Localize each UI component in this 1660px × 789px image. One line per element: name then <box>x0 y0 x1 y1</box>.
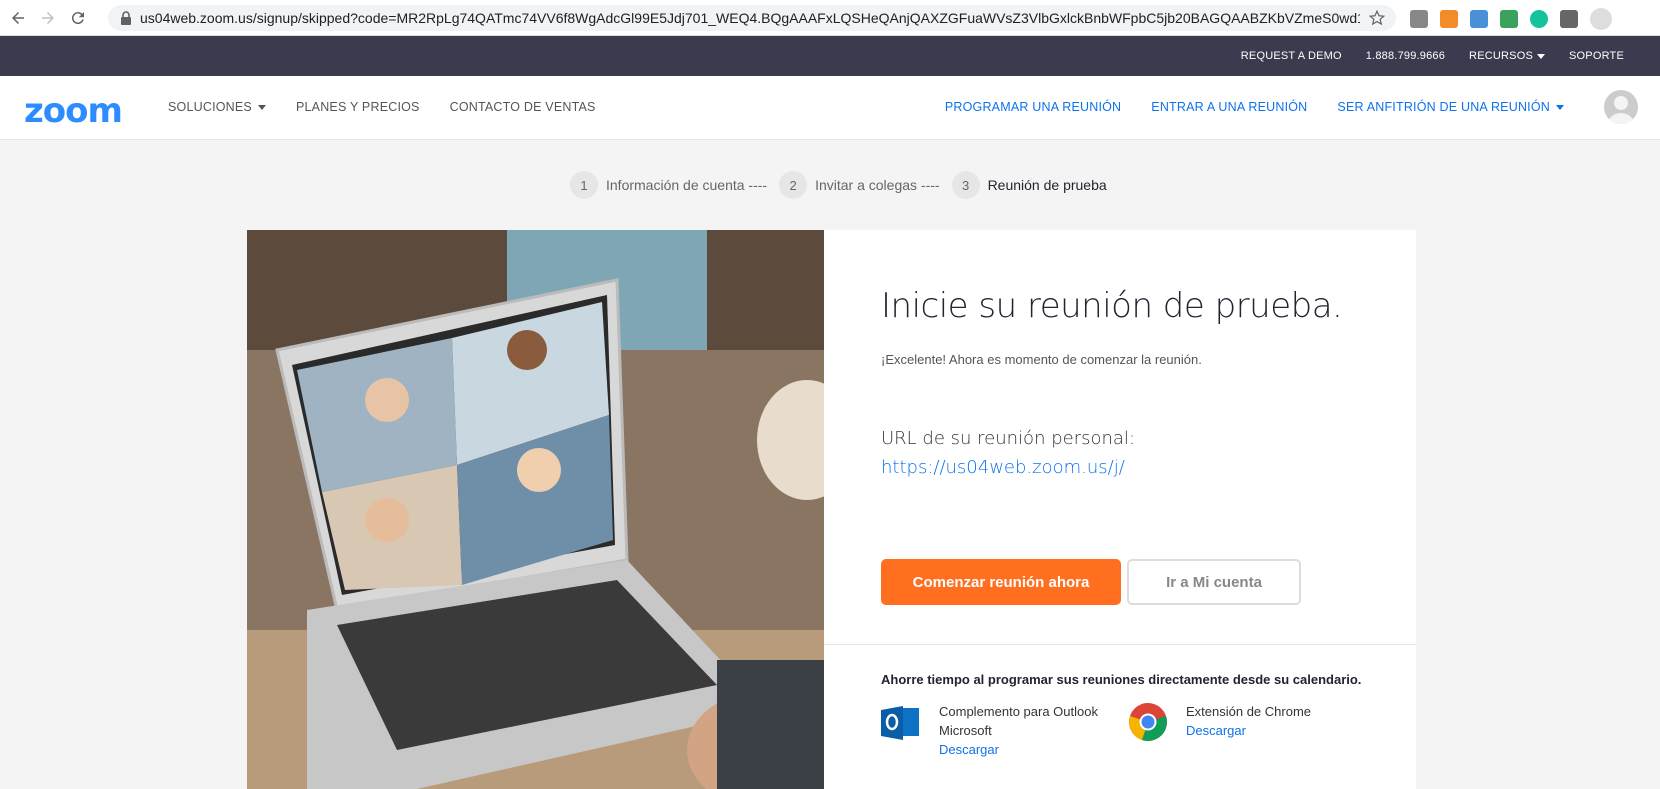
schedule-meeting-link[interactable]: PROGRAMAR UNA REUNIÓN <box>945 100 1121 114</box>
calendar-section-title: Ahorre tiempo al programar sus reuniones… <box>881 672 1362 687</box>
forward-icon[interactable] <box>36 6 60 30</box>
extension-icon[interactable] <box>1500 10 1518 28</box>
contact-sales-link[interactable]: CONTACTO DE VENTAS <box>450 100 596 114</box>
host-meeting-label: SER ANFITRIÓN DE UNA REUNIÓN <box>1337 100 1550 114</box>
solutions-label: SOLUCIONES <box>168 100 252 114</box>
lock-icon <box>121 11 131 25</box>
step-number: 3 <box>951 171 980 199</box>
step-account-info: 1 Información de cuenta ---- <box>570 171 767 199</box>
card-content: Inicie su reunión de prueba. ¡Excelente!… <box>824 230 1416 789</box>
chevron-down-icon <box>257 105 266 111</box>
chrome-extension: Extensión de Chrome Descargar <box>1128 702 1311 742</box>
host-meeting-menu[interactable]: SER ANFITRIÓN DE UNA REUNIÓN <box>1337 100 1564 114</box>
avatar[interactable] <box>1604 90 1638 124</box>
chrome-icon <box>1129 703 1167 741</box>
step-test-meeting: 3 Reunión de prueba <box>951 171 1107 199</box>
resources-label: RECURSOS <box>1469 50 1533 62</box>
outlook-icon <box>881 706 919 740</box>
chrome-download-link[interactable]: Descargar <box>1186 723 1246 738</box>
key-extension-icon[interactable] <box>1440 10 1458 28</box>
hero-laptop-image <box>247 230 824 789</box>
support-link[interactable]: SOPORTE <box>1569 50 1624 62</box>
top-utility-bar: REQUEST A DEMO 1.888.799.9666 RECURSOS S… <box>0 36 1660 76</box>
step-label: Invitar a colegas ---- <box>815 177 940 193</box>
outlook-download-link[interactable]: Descargar <box>939 742 999 757</box>
test-meeting-card: Inicie su reunión de prueba. ¡Excelente!… <box>247 230 1416 789</box>
browser-profile-icon[interactable] <box>1590 8 1612 30</box>
outlook-addon: Complemento para Outlook Microsoft Desca… <box>881 702 1109 759</box>
chevron-down-icon <box>1556 105 1564 111</box>
zoom-logo[interactable]: zoom <box>24 91 123 131</box>
page-subtitle: ¡Excelente! Ahora es momento de comenzar… <box>881 352 1202 367</box>
step-label: Información de cuenta ---- <box>606 177 768 193</box>
page-title: Inicie su reunión de prueba. <box>881 286 1343 326</box>
extension-icon[interactable] <box>1410 10 1428 28</box>
plans-link[interactable]: PLANES Y PRECIOS <box>296 100 420 114</box>
chrome-extension-name: Extensión de Chrome <box>1186 704 1312 719</box>
join-meeting-link[interactable]: ENTRAR A UNA REUNIÓN <box>1151 100 1307 114</box>
chevron-down-icon <box>1537 53 1545 59</box>
signup-steps: 1 Información de cuenta ---- 2 Invitar a… <box>570 171 1119 199</box>
address-bar[interactable]: us04web.zoom.us/signup/skipped?code=MR2R… <box>108 5 1396 31</box>
start-meeting-button[interactable]: Comenzar reunión ahora <box>881 559 1121 605</box>
bookmark-star-icon[interactable] <box>1368 9 1386 27</box>
step-label: Reunión de prueba <box>987 177 1107 193</box>
extension-icon[interactable] <box>1470 10 1488 28</box>
solutions-menu[interactable]: SOLUCIONES <box>168 100 266 114</box>
go-to-account-button[interactable]: Ir a Mi cuenta <box>1127 559 1301 605</box>
grammarly-icon[interactable] <box>1530 10 1548 28</box>
phone-link[interactable]: 1.888.799.9666 <box>1366 50 1445 62</box>
step-invite-colleagues: 2 Invitar a colegas ---- <box>779 171 940 199</box>
back-icon[interactable] <box>6 6 30 30</box>
divider <box>824 644 1416 645</box>
request-demo-link[interactable]: REQUEST A DEMO <box>1241 50 1342 62</box>
personal-meeting-url-link[interactable]: https://us04web.zoom.us/j/ <box>881 457 1125 478</box>
outlook-addon-name: Complemento para Outlook Microsoft <box>939 704 1098 738</box>
browser-toolbar: us04web.zoom.us/signup/skipped?code=MR2R… <box>0 0 1660 36</box>
step-number: 2 <box>779 171 808 199</box>
personal-url-label: URL de su reunión personal: <box>881 428 1135 449</box>
reload-icon[interactable] <box>66 6 90 30</box>
media-control-icon[interactable] <box>1560 10 1578 28</box>
resources-menu[interactable]: RECURSOS <box>1469 50 1545 62</box>
url-text: us04web.zoom.us/signup/skipped?code=MR2R… <box>140 10 1360 26</box>
step-number: 1 <box>570 171 598 199</box>
main-navigation: zoom SOLUCIONES PLANES Y PRECIOS CONTACT… <box>0 76 1660 140</box>
